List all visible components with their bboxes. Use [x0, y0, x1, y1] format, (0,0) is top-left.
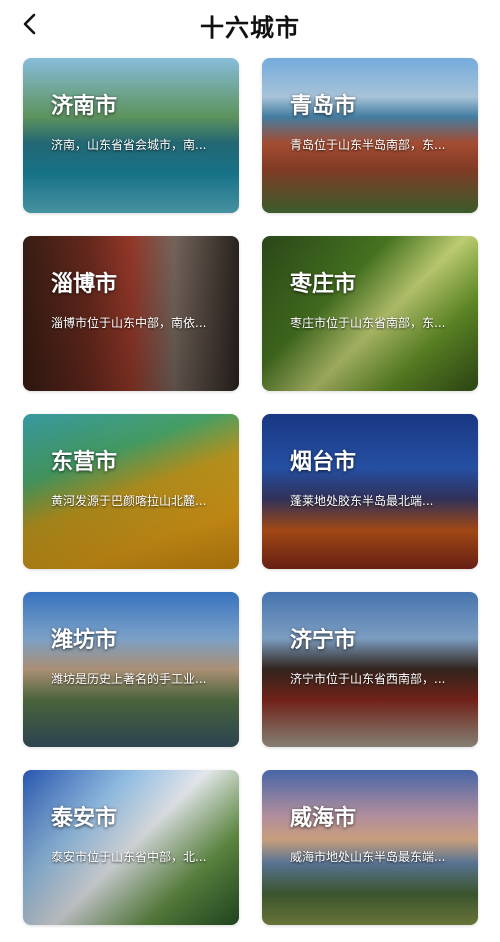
city-card-zibo[interactable]: 淄博市 淄博市位于山东中部，南依...	[23, 236, 239, 391]
city-desc: 黄河发源于巴颜喀拉山北麓...	[51, 494, 207, 508]
top-bar: 十六城市	[0, 0, 500, 48]
city-desc: 泰安市位于山东省中部，北...	[51, 850, 207, 864]
city-desc: 青岛位于山东半岛南部，东...	[290, 138, 446, 152]
city-card-jinan[interactable]: 济南市 济南，山东省省会城市，南...	[23, 58, 239, 213]
city-name: 潍坊市	[51, 628, 118, 653]
city-name: 东营市	[51, 450, 118, 475]
city-desc: 枣庄市位于山东省南部，东...	[290, 316, 446, 330]
city-desc: 济宁市位于山东省西南部，...	[290, 672, 446, 686]
city-card-weihai[interactable]: 威海市 威海市地处山东半岛最东端...	[262, 770, 478, 925]
city-name: 烟台市	[290, 450, 357, 475]
page-title: 十六城市	[200, 14, 300, 42]
city-name: 威海市	[290, 806, 357, 831]
city-desc: 威海市地处山东半岛最东端...	[290, 850, 446, 864]
city-desc: 蓬莱地处胶东半岛最北端...	[290, 494, 434, 508]
city-name: 济南市	[51, 94, 118, 119]
city-desc: 潍坊是历史上著名的手工业...	[51, 672, 207, 686]
city-card-qingdao[interactable]: 青岛市 青岛位于山东半岛南部，东...	[262, 58, 478, 213]
city-grid: 济南市 济南，山东省省会城市，南... 青岛市 青岛位于山东半岛南部，东... …	[23, 58, 478, 925]
city-card-dongying[interactable]: 东营市 黄河发源于巴颜喀拉山北麓...	[23, 414, 239, 569]
city-card-yantai[interactable]: 烟台市 蓬莱地处胶东半岛最北端...	[262, 414, 478, 569]
city-card-jining[interactable]: 济宁市 济宁市位于山东省西南部，...	[262, 592, 478, 747]
city-name: 淄博市	[51, 272, 118, 297]
city-desc: 淄博市位于山东中部，南依...	[51, 316, 207, 330]
city-name: 枣庄市	[290, 272, 357, 297]
city-name: 济宁市	[290, 628, 357, 653]
city-name: 青岛市	[290, 94, 357, 119]
city-card-weifang[interactable]: 潍坊市 潍坊是历史上著名的手工业...	[23, 592, 239, 747]
city-card-zaozhuang[interactable]: 枣庄市 枣庄市位于山东省南部，东...	[262, 236, 478, 391]
city-name: 泰安市	[51, 806, 118, 831]
city-desc: 济南，山东省省会城市，南...	[51, 138, 207, 152]
city-card-taian[interactable]: 泰安市 泰安市位于山东省中部，北...	[23, 770, 239, 925]
